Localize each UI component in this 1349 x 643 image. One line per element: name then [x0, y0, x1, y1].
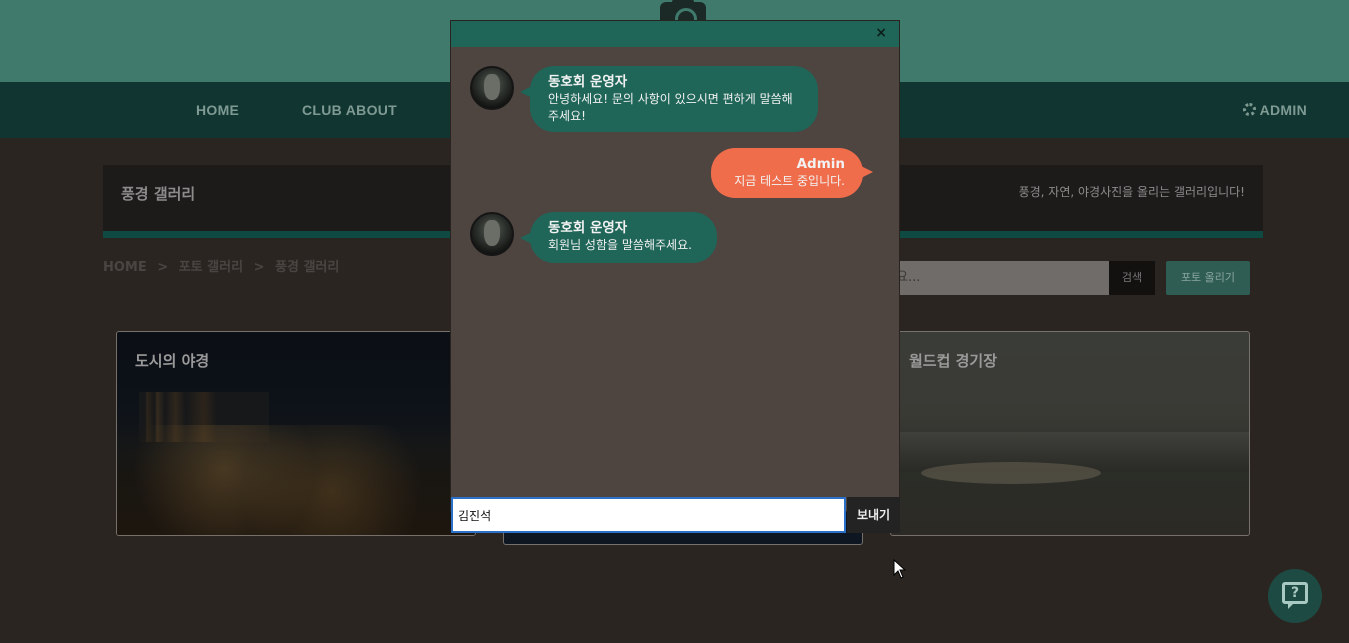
gallery-card-city-night[interactable]: 도시의 야경: [116, 331, 476, 536]
message-bubble: 동호회 운영자 회원님 성함을 말씀해주세요.: [520, 212, 717, 263]
gallery-card-worldcup-stadium[interactable]: 월드컵 경기장: [890, 331, 1250, 536]
breadcrumb-home[interactable]: HOME: [103, 260, 147, 275]
chat-modal: × 동호회 운영자 안녕하세요! 문의 사항이 있으시면 편하게 말씀해주세요!…: [450, 20, 900, 533]
nav-club-about-link[interactable]: CLUB ABOUT: [302, 82, 397, 138]
card-title: 월드컵 경기장: [909, 352, 998, 370]
help-chat-button[interactable]: ?: [1268, 569, 1322, 623]
message-sender: Admin: [796, 156, 845, 172]
message-sender: 동호회 운영자: [548, 74, 628, 90]
avatar-face: [484, 220, 500, 246]
chat-header: ×: [451, 21, 899, 47]
gallery-search-input[interactable]: 요...: [880, 261, 1109, 295]
page-title: 풍경 갤러리: [121, 185, 196, 203]
send-button[interactable]: 보내기: [847, 497, 900, 533]
message-text: 회원님 성함을 말씀해주세요.: [548, 238, 692, 252]
city-lights-image: [117, 425, 475, 535]
card-title: 도시의 야경: [135, 352, 210, 370]
breadcrumb: HOME > 포토 갤러리 > 풍경 갤러리: [103, 256, 345, 275]
message-text: 지금 테스트 중입니다.: [734, 174, 845, 188]
message-bubble: Admin 지금 테스트 중입니다.: [711, 148, 873, 198]
avatar: [470, 212, 514, 256]
upload-photo-button[interactable]: 포토 올리기: [1166, 261, 1250, 295]
gear-icon: [1242, 103, 1256, 116]
message-sender: 동호회 운영자: [548, 220, 628, 236]
camera-logo-icon[interactable]: [660, 0, 706, 30]
breadcrumb-separator: >: [253, 260, 265, 275]
chat-message-input[interactable]: [451, 497, 846, 533]
breadcrumb-photo-gallery[interactable]: 포토 갤러리: [179, 260, 243, 275]
search-button[interactable]: 검색: [1109, 261, 1155, 295]
nav-admin-link[interactable]: ADMIN: [1242, 82, 1307, 138]
question-bubble-icon: ?: [1282, 582, 1308, 609]
avatar-face: [484, 74, 500, 100]
gallery-description: 풍경, 자연, 야경사진을 올리는 갤러리입니다!: [1018, 185, 1245, 199]
stadium-image: [921, 462, 1101, 484]
nav-admin-label: ADMIN: [1259, 102, 1307, 118]
nav-home-link[interactable]: HOME: [196, 82, 239, 138]
avatar: [470, 66, 514, 110]
breadcrumb-separator: >: [157, 260, 169, 275]
breadcrumb-landscape-gallery[interactable]: 풍경 갤러리: [275, 260, 339, 275]
close-icon[interactable]: ×: [875, 25, 887, 41]
message-text: 안녕하세요! 문의 사항이 있으시면 편하게 말씀해주세요!: [548, 92, 793, 123]
message-bubble: 동호회 운영자 안녕하세요! 문의 사항이 있으시면 편하게 말씀해주세요!: [520, 66, 818, 132]
